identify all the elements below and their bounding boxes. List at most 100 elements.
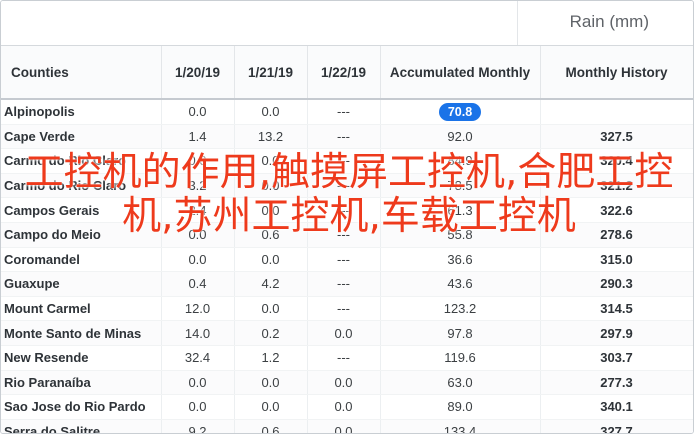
accumulated-cell: 70.8 (380, 99, 541, 125)
day3-cell: --- (307, 247, 381, 273)
day2-cell: 0.0 (234, 99, 308, 125)
accumulated-cell: 123.2 (380, 296, 541, 322)
accumulated-cell: 84.9 (380, 148, 541, 174)
station-cell: Carmo do Rio Claro (1, 173, 162, 199)
table-row[interactable]: Carmo do Rio Claro 3.2 0.0 --- 78.5 321.2 (1, 173, 693, 199)
accumulated-cell: 133.4 (380, 419, 541, 433)
history-cell: 327.7 (540, 419, 693, 433)
day1-cell: 0.0 (161, 370, 235, 396)
accumulated-cell: 43.6 (380, 271, 541, 297)
day2-cell: 0.0 (234, 296, 308, 322)
table-row[interactable]: Serra do Salitre 9.2 0.6 0.0 133.4 327.7 (1, 419, 693, 433)
column-header-day3[interactable]: 1/22/19 (307, 46, 381, 100)
station-cell: Serra do Salitre (1, 419, 162, 433)
station-cell: Rio Paranaíba (1, 370, 162, 396)
day3-cell: --- (307, 173, 381, 199)
day3-cell: 0.0 (307, 320, 381, 346)
table-row[interactable]: Alpinopolis 0.0 0.0 --- 70.8 (1, 99, 693, 125)
table-row[interactable]: Campo do Meio 0.0 0.6 --- 55.8 278.6 (1, 222, 693, 248)
day3-cell: --- (307, 99, 381, 125)
rain-unit-label: Rain (mm) (569, 12, 649, 31)
day3-cell: --- (307, 222, 381, 248)
station-cell: Campos Gerais (1, 197, 162, 223)
column-header-counties[interactable]: Counties (1, 46, 162, 100)
accumulated-cell: 55.8 (380, 222, 541, 248)
day1-cell: 14.0 (161, 320, 235, 346)
station-cell: Mount Carmel (1, 296, 162, 322)
station-cell: Alpinopolis (1, 99, 162, 125)
station-cell: Campo do Meio (1, 222, 162, 248)
day1-cell: 0.4 (161, 271, 235, 297)
station-cell: Coromandel (1, 247, 162, 273)
column-header-accumulated[interactable]: Accumulated Monthly (380, 46, 541, 100)
table-row[interactable]: Rio Paranaíba 0.0 0.0 0.0 63.0 277.3 (1, 370, 693, 396)
column-header-day2[interactable]: 1/21/19 (234, 46, 308, 100)
day1-cell: 3.2 (161, 173, 235, 199)
table-row[interactable]: Carmo do Rio Claro 0.0 0.0 --- 84.9 320.4 (1, 148, 693, 174)
day1-cell: 0.0 (161, 99, 235, 125)
station-cell: Carmo do Rio Claro (1, 148, 162, 174)
column-header-history[interactable]: Monthly History (540, 46, 693, 100)
table-row[interactable]: Mount Carmel 12.0 0.0 --- 123.2 314.5 (1, 296, 693, 322)
history-cell: 314.5 (540, 296, 693, 322)
station-cell: Guaxupe (1, 271, 162, 297)
history-cell: 340.1 (540, 394, 693, 420)
day2-cell: 4.2 (234, 271, 308, 297)
day2-cell: 0.0 (234, 173, 308, 199)
station-cell: Sao Jose do Rio Pardo (1, 394, 162, 420)
accumulated-cell: 89.0 (380, 394, 541, 420)
day2-cell: 0.2 (234, 320, 308, 346)
history-cell: 303.7 (540, 345, 693, 371)
history-cell: 320.4 (540, 148, 693, 174)
day1-cell: 32.4 (161, 345, 235, 371)
day3-cell: --- (307, 296, 381, 322)
day1-cell: 0.0 (161, 247, 235, 273)
day1-cell: 0.0 (161, 222, 235, 248)
history-cell (540, 99, 693, 125)
accumulated-cell: 63.0 (380, 370, 541, 396)
day2-cell: 0.6 (234, 222, 308, 248)
day1-cell: 12.0 (161, 296, 235, 322)
table-row[interactable]: Campos Gerais 2.4 0.0 --- 61.3 322.6 (1, 197, 693, 223)
table-top-bar: Rain (mm) (1, 1, 693, 46)
station-cell: New Resende (1, 345, 162, 371)
column-header-day1[interactable]: 1/20/19 (161, 46, 235, 100)
day3-cell: --- (307, 148, 381, 174)
day1-cell: 2.4 (161, 197, 235, 223)
day2-cell: 0.0 (234, 370, 308, 396)
table-row[interactable]: Guaxupe 0.4 4.2 --- 43.6 290.3 (1, 271, 693, 297)
accumulated-cell: 78.5 (380, 173, 541, 199)
table-row[interactable]: Sao Jose do Rio Pardo 0.0 0.0 0.0 89.0 340.1 (1, 394, 693, 420)
top-bar-divider (517, 1, 518, 45)
station-cell: Cape Verde (1, 124, 162, 150)
accumulated-highlight-badge: 70.8 (438, 102, 482, 121)
history-cell: 327.5 (540, 124, 693, 150)
accumulated-cell: 92.0 (380, 124, 541, 150)
history-cell: 322.6 (540, 197, 693, 223)
accumulated-cell: 36.6 (380, 247, 541, 273)
table-row[interactable]: Monte Santo de Minas 14.0 0.2 0.0 97.8 297.9 (1, 320, 693, 346)
day1-cell: 1.4 (161, 124, 235, 150)
day2-cell: 0.0 (234, 148, 308, 174)
table-row[interactable]: Cape Verde 1.4 13.2 --- 92.0 327.5 (1, 124, 693, 150)
history-cell: 290.3 (540, 271, 693, 297)
day2-cell: 1.2 (234, 345, 308, 371)
day2-cell: 0.0 (234, 394, 308, 420)
table-row[interactable]: Coromandel 0.0 0.0 --- 36.6 315.0 (1, 247, 693, 273)
day3-cell: 0.0 (307, 419, 381, 433)
day2-cell: 0.0 (234, 197, 308, 223)
day2-cell: 0.6 (234, 419, 308, 433)
day3-cell: --- (307, 345, 381, 371)
day1-cell: 9.2 (161, 419, 235, 433)
day3-cell: --- (307, 271, 381, 297)
history-cell: 321.2 (540, 173, 693, 199)
day2-cell: 0.0 (234, 247, 308, 273)
history-cell: 315.0 (540, 247, 693, 273)
history-cell: 278.6 (540, 222, 693, 248)
rain-data-table: Counties 1/20/19 1/21/19 1/22/19 Accumul… (1, 46, 693, 433)
table-row[interactable]: New Resende 32.4 1.2 --- 119.6 303.7 (1, 345, 693, 371)
station-cell: Monte Santo de Minas (1, 320, 162, 346)
table-header-row: Counties 1/20/19 1/21/19 1/22/19 Accumul… (1, 46, 693, 100)
day1-cell: 0.0 (161, 394, 235, 420)
day3-cell: 0.0 (307, 394, 381, 420)
